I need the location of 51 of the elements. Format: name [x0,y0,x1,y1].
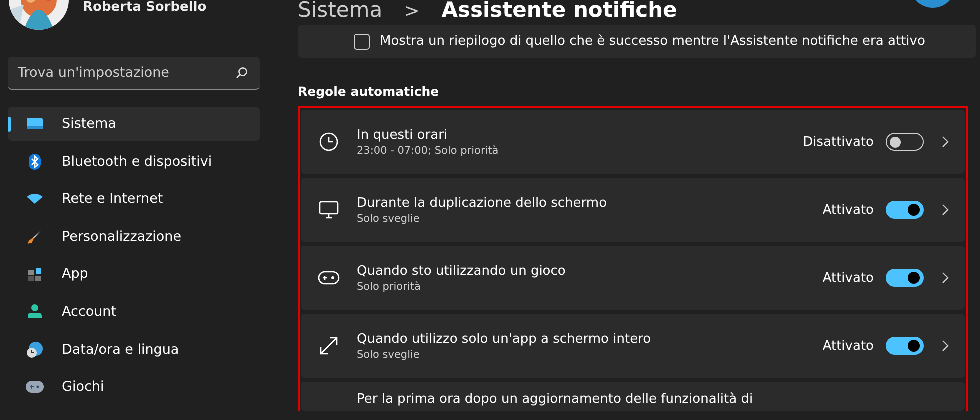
rule-subtitle: Solo sveglie [357,348,421,360]
expand-icon [319,336,339,356]
chevron-right-icon[interactable] [942,136,949,148]
user-name: Roberta Sorbello [83,0,207,17]
search-placeholder: Trova un'impostazione [18,65,170,81]
checkbox[interactable] [354,34,370,50]
toggle-status: Attivato [822,270,874,286]
sidebar-item[interactable]: Personalizzazione [8,220,260,254]
toggle-switch[interactable] [886,337,924,355]
sidebar-item[interactable]: App [8,257,260,292]
rule-title: Durante la duplicazione dello schermo [357,196,608,210]
bluetooth-icon [29,154,41,170]
person-icon [28,304,42,320]
clock-icon [319,132,339,152]
rule-title: Quando sto utilizzando un gioco [357,264,567,278]
monitor-icon [26,117,44,131]
wifi-icon [26,193,44,206]
breadcrumb-link[interactable]: Sistema [298,0,383,22]
chevron-right-icon[interactable] [942,340,949,352]
rule-title: In questi orari [357,128,449,142]
checkbox-label: Mostra un riepilogo di quello che è successo mentre l'Assistente notifiche era attivo [380,34,926,49]
monitor-icon [319,201,339,219]
chevron-right-icon[interactable] [942,272,949,284]
sidebar-item[interactable]: Giochi [8,370,260,404]
rule-subtitle: Solo sveglie [357,212,421,224]
sidebar-item[interactable]: Account [8,294,260,329]
toggle-status: Attivato [822,338,874,354]
paintbrush-icon [27,228,43,245]
toggle-status: Disattivato [803,134,874,150]
apps-icon [27,266,43,282]
section-title: Regole automatiche [298,84,440,99]
toggle-switch[interactable] [886,269,924,287]
sidebar-item[interactable]: Rete e Internet [8,182,260,216]
sidebar-item[interactable]: Bluetooth e dispositivi [8,144,260,179]
rule-title: Per la prima ora dopo un aggiornamento delle funzionalità di [357,392,754,407]
chevron-right-icon[interactable] [942,204,949,216]
globe-clock-icon [26,340,44,359]
rule-title: Quando utilizzo solo un'app a schermo intero [357,332,652,346]
toggle-switch[interactable] [886,201,924,219]
sidebar-item[interactable]: Sistema [8,107,260,141]
rule-subtitle: Solo priorità [357,280,422,292]
gamepad-icon [26,381,44,394]
search-icon [236,67,248,79]
toggle-switch[interactable] [886,133,924,151]
breadcrumb-separator: > [404,1,420,22]
search-field[interactable]: Trova un'impostazione [8,57,260,90]
page-title: Assistente notifiche [442,0,678,22]
sidebar-item[interactable]: Data/ora e lingua [8,332,260,367]
toggle-status: Attivato [822,202,874,218]
gamepad-icon [318,271,340,285]
rule-subtitle: 23:00 - 07:00; Solo priorità [357,144,500,156]
